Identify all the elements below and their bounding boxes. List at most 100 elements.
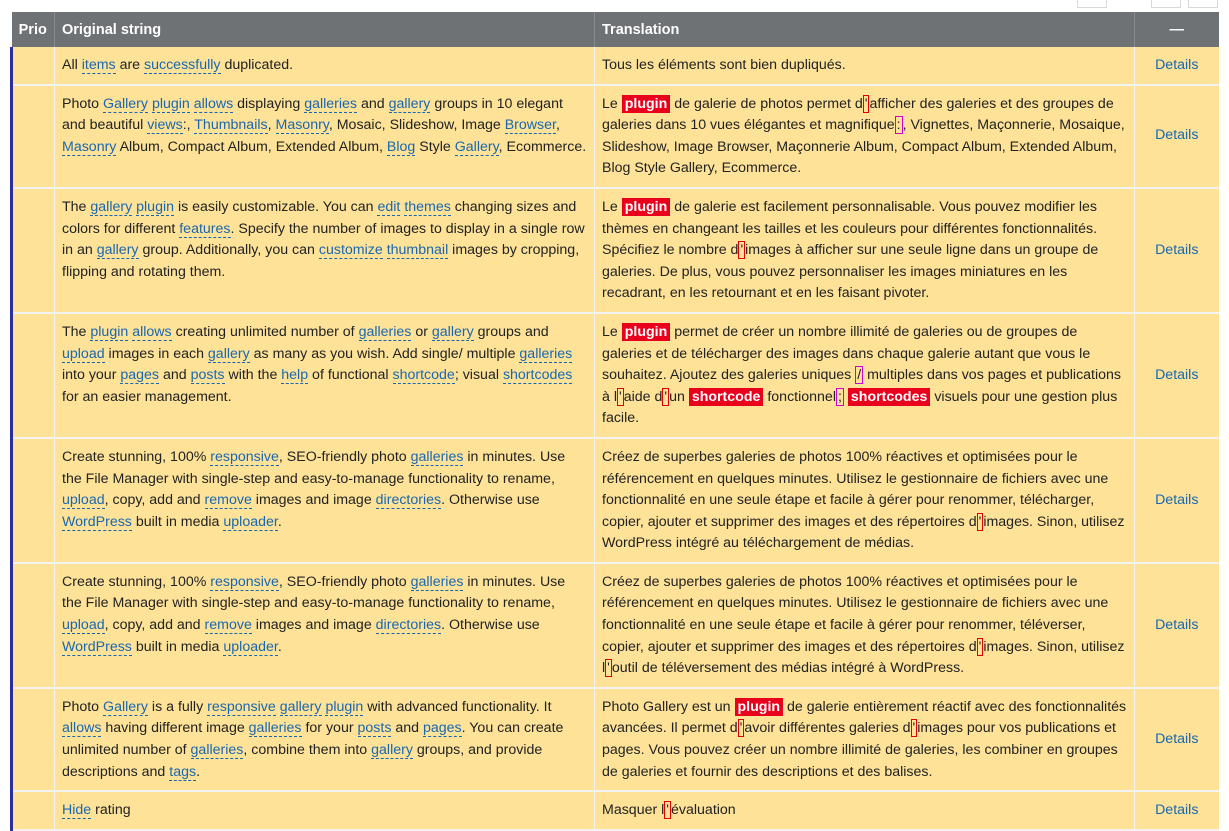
glossary-term[interactable]: posts [190, 367, 225, 385]
glossary-term[interactable]: Masonry [275, 117, 329, 135]
glossary-term[interactable]: uploader [223, 513, 278, 531]
glossary-term[interactable]: galleries [190, 742, 244, 760]
glossary-term[interactable]: plugin [151, 95, 190, 113]
translation-cell: Le plugin de galerie est facilement pers… [594, 187, 1135, 314]
glossary-term[interactable]: Gallery [454, 138, 499, 156]
glossary-term[interactable]: posts [357, 720, 392, 738]
glossary-term[interactable]: gallery [431, 323, 474, 341]
glossary-term[interactable]: responsive [207, 698, 276, 716]
glossary-term[interactable]: gallery [207, 345, 250, 363]
glossary-term[interactable]: shortcode [392, 367, 455, 385]
glossary-term[interactable]: Gallery [103, 698, 148, 716]
details-link[interactable]: Details [1155, 242, 1198, 258]
glossary-term[interactable]: galleries [304, 95, 358, 113]
glossary-term[interactable]: gallery [388, 95, 431, 113]
glossary-term[interactable]: galleries [410, 448, 464, 466]
translation-cell: Créez de superbes galeries de photos 100… [594, 437, 1135, 564]
table-row[interactable]: The gallery plugin is easily customizabl… [10, 187, 1219, 314]
glossary-term[interactable]: gallery [90, 198, 133, 216]
glossary-term[interactable]: successfully [144, 57, 221, 74]
glossary-term[interactable]: directories [375, 617, 442, 635]
top-control-right[interactable] [1188, 0, 1218, 8]
glossary-term[interactable]: plugin [136, 198, 175, 216]
glossary-term[interactable]: plugin [325, 698, 364, 716]
glossary-term[interactable]: tags [169, 763, 197, 781]
glossary-term[interactable]: responsive [210, 448, 279, 466]
details-link[interactable]: Details [1155, 367, 1198, 383]
glossary-term[interactable]: Browser [504, 117, 556, 135]
text-segment: and [357, 95, 389, 112]
priority-cell [10, 47, 55, 86]
text-segment: group. Additionally, you can [138, 242, 319, 259]
glossary-term[interactable]: upload [62, 345, 105, 363]
details-link[interactable]: Details [1155, 127, 1198, 143]
text-segment: Photo [62, 698, 104, 715]
details-link[interactable]: Details [1155, 802, 1198, 818]
top-control-mid[interactable] [1151, 0, 1181, 8]
glossary-term[interactable]: galleries [358, 323, 412, 341]
glossary-term[interactable]: edit [377, 198, 401, 216]
glossary-term[interactable]: gallery [96, 242, 139, 260]
text-segment: , combine them into [243, 742, 372, 759]
table-row[interactable]: All items are successfully duplicated. To… [10, 47, 1219, 86]
glossary-term[interactable]: WordPress [62, 513, 132, 531]
glossary-term[interactable]: WordPress [62, 638, 132, 656]
actions-cell: Details [1134, 562, 1219, 689]
table-row[interactable]: Create stunning, 100% responsive, SEO-fr… [10, 562, 1219, 689]
glossary-term[interactable]: directories [375, 492, 442, 510]
glossary-term[interactable]: allows [62, 720, 102, 738]
glossary-term[interactable]: gallery [371, 742, 413, 760]
glossary-term[interactable]: allows [193, 95, 234, 113]
glossary-term[interactable]: Thumbnails [194, 117, 268, 135]
text-segment: Create stunning, 100% [62, 448, 211, 465]
glossary-term[interactable]: shortcodes [502, 367, 573, 385]
glossary-term[interactable]: galleries [410, 573, 464, 591]
table-row[interactable]: The plugin allows creating unlimited num… [10, 312, 1219, 439]
glossary-term[interactable]: upload [62, 492, 105, 510]
glossary-term[interactable]: plugin [90, 323, 129, 341]
glossary-term[interactable]: help [281, 367, 309, 385]
glossary-term[interactable]: uploader [223, 638, 278, 656]
table-body: All items are successfully duplicated. To… [10, 47, 1219, 831]
table-row[interactable]: Photo Gallery is a fully responsive gall… [10, 687, 1219, 793]
glossary-term[interactable]: remove [204, 492, 252, 510]
text-segment: , SEO-friendly photo [278, 448, 411, 465]
glossary-term[interactable]: features [179, 220, 231, 238]
glossary-term[interactable]: galleries [519, 345, 573, 363]
glossary-term[interactable]: Blog [386, 138, 416, 156]
glossary-term[interactable]: Gallery [103, 95, 148, 113]
glossary-term[interactable]: thumbnail [386, 242, 449, 260]
glossary-term[interactable]: customize [318, 242, 383, 260]
glossary-term[interactable]: pages [422, 720, 462, 738]
details-link[interactable]: Details [1155, 617, 1198, 633]
table-row[interactable]: Photo Gallery plugin allows displaying g… [10, 84, 1219, 189]
glossary-term[interactable]: items [81, 57, 116, 74]
column-header-translation[interactable]: Translation [594, 12, 1135, 47]
details-link[interactable]: Details [1155, 57, 1198, 73]
actions-cell: Details [1134, 437, 1219, 564]
glossary-term[interactable]: themes [404, 198, 451, 216]
column-header-original[interactable]: Original string [54, 12, 595, 47]
glossary-term[interactable]: allows [132, 323, 172, 341]
table-row[interactable]: Hide rating Masquer l ' évaluation Details [10, 791, 1219, 831]
glossary-term[interactable]: responsive [210, 573, 279, 591]
text-segment: un [669, 388, 689, 405]
glossary-term[interactable]: remove [204, 617, 252, 635]
original-string-cell: Create stunning, 100% responsive, SEO-fr… [54, 437, 595, 564]
top-control-left[interactable] [1077, 0, 1107, 8]
text-segment: . [277, 513, 282, 530]
glossary-term[interactable]: pages [120, 367, 160, 385]
translation-cell: Photo Gallery est un plugin de galerie e… [594, 687, 1135, 793]
table-row[interactable]: Create stunning, 100% responsive, SEO-fr… [10, 437, 1219, 564]
glossary-term[interactable]: Hide [62, 802, 92, 820]
glossary-term[interactable]: views [147, 117, 183, 135]
details-link[interactable]: Details [1155, 492, 1198, 508]
details-link[interactable]: Details [1155, 731, 1198, 747]
glossary-term[interactable]: upload [62, 617, 105, 635]
glossary-term[interactable]: galleries [248, 720, 302, 738]
glossary-term[interactable]: gallery [279, 698, 322, 716]
column-header-prio[interactable]: Prio [11, 12, 55, 47]
glossary-term[interactable]: Masonry [62, 138, 117, 156]
text-segment: for an easier management. [62, 388, 232, 405]
text-segment: Tous les éléments sont bien dupliqués. [602, 57, 846, 73]
